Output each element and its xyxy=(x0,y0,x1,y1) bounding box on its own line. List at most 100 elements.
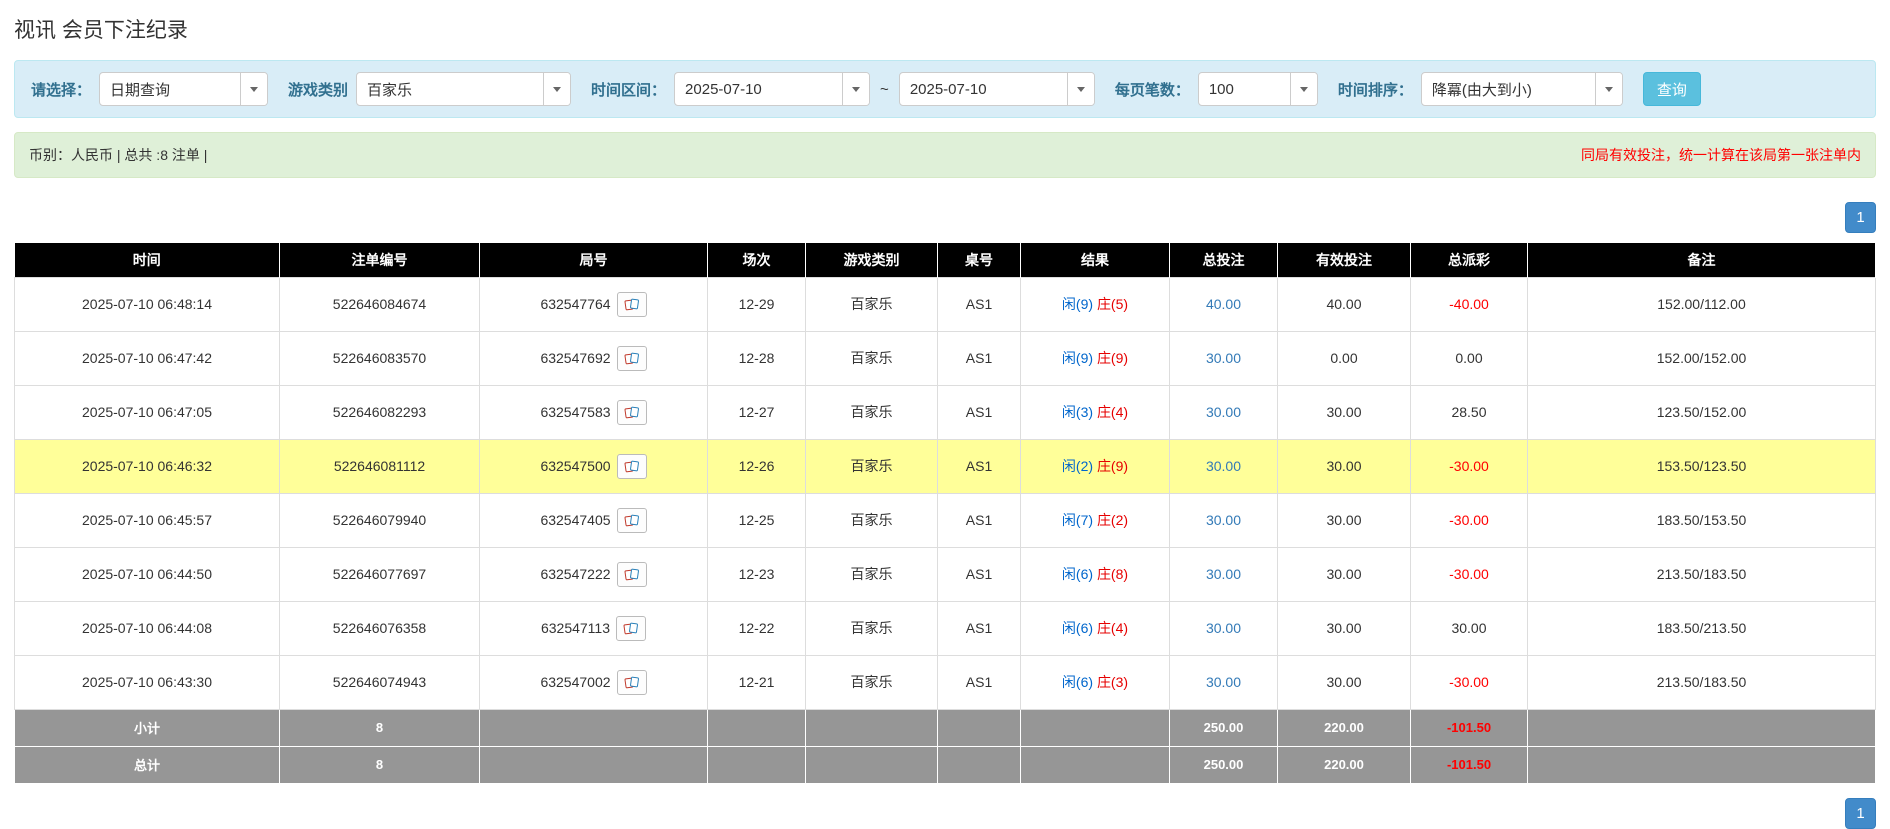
date-range-group: 时间区间： ~ xyxy=(591,72,1095,106)
search-button[interactable]: 查询 xyxy=(1643,72,1701,106)
query-type-input[interactable] xyxy=(100,73,240,105)
game-type-select[interactable] xyxy=(356,72,571,106)
cell-total-bet: 30.00 xyxy=(1170,331,1278,385)
summary-cell xyxy=(708,746,806,783)
result-banker: 庄(9) xyxy=(1097,350,1128,366)
total-bet-link[interactable]: 40.00 xyxy=(1206,296,1241,312)
cards-icon xyxy=(624,406,640,419)
cell-bet-id: 522646081112 xyxy=(280,439,480,493)
result-banker: 庄(2) xyxy=(1097,512,1128,528)
result-banker: 庄(8) xyxy=(1097,566,1128,582)
cell-table: AS1 xyxy=(938,547,1021,601)
cell-game: 百家乐 xyxy=(806,601,938,655)
cell-time: 2025-07-10 06:45:57 xyxy=(15,493,280,547)
summary-cell xyxy=(480,746,708,783)
query-type-select[interactable] xyxy=(99,72,268,106)
cell-game: 百家乐 xyxy=(806,439,938,493)
cell-note: 183.50/153.50 xyxy=(1528,493,1876,547)
view-cards-button[interactable] xyxy=(617,292,647,317)
cell-round: 632547222 xyxy=(480,547,708,601)
table-row: 2025-07-10 06:45:57 522646079940 6325474… xyxy=(15,493,1876,547)
view-cards-button[interactable] xyxy=(616,616,646,641)
round-number: 632547405 xyxy=(540,512,610,528)
query-type-dropdown-button[interactable] xyxy=(240,73,267,105)
cell-payout: 30.00 xyxy=(1411,601,1528,655)
query-type-label: 请选择： xyxy=(31,79,91,100)
betting-records-table: 时间注单编号局号场次游戏类别桌号结果总投注有效投注总派彩备注 2025-07-1… xyxy=(14,243,1876,784)
cell-valid-bet: 30.00 xyxy=(1278,385,1411,439)
cell-payout: -30.00 xyxy=(1411,655,1528,709)
total-bet-link[interactable]: 30.00 xyxy=(1206,674,1241,690)
game-type-dropdown-button[interactable] xyxy=(543,73,570,105)
date-to-dropdown-button[interactable] xyxy=(1067,73,1094,105)
cell-time: 2025-07-10 06:47:42 xyxy=(15,331,280,385)
total-bet-link[interactable]: 30.00 xyxy=(1206,620,1241,636)
cell-total-bet: 30.00 xyxy=(1170,655,1278,709)
round-number: 632547002 xyxy=(540,674,610,690)
summary-cell xyxy=(806,746,938,783)
cell-table: AS1 xyxy=(938,331,1021,385)
view-cards-button[interactable] xyxy=(617,346,647,371)
table-row: 2025-07-10 06:46:32 522646081112 6325475… xyxy=(15,439,1876,493)
cell-total-bet: 30.00 xyxy=(1170,439,1278,493)
summary-cell xyxy=(708,709,806,746)
per-page-input[interactable] xyxy=(1199,73,1290,105)
cell-session: 12-29 xyxy=(708,277,806,331)
cell-game: 百家乐 xyxy=(806,547,938,601)
summary-cell: -101.50 xyxy=(1411,746,1528,783)
result-banker: 庄(3) xyxy=(1097,674,1128,690)
table-row: 2025-07-10 06:48:14 522646084674 6325477… xyxy=(15,277,1876,331)
cell-table: AS1 xyxy=(938,277,1021,331)
table-footer: 小计8250.00220.00-101.50总计8250.00220.00-10… xyxy=(15,709,1876,783)
time-sort-input[interactable] xyxy=(1422,73,1595,105)
cell-session: 12-21 xyxy=(708,655,806,709)
page-1-button[interactable]: 1 xyxy=(1845,202,1876,233)
summary-cell: 8 xyxy=(280,746,480,783)
summary-cell: 220.00 xyxy=(1278,746,1411,783)
total-bet-link[interactable]: 30.00 xyxy=(1206,350,1241,366)
cell-payout: 28.50 xyxy=(1411,385,1528,439)
date-from-select[interactable] xyxy=(674,72,870,106)
date-from-input[interactable] xyxy=(675,73,842,105)
result-player: 闲(3) xyxy=(1062,404,1093,420)
cell-result: 闲(6) 庄(3) xyxy=(1021,655,1170,709)
game-type-group: 游戏类别 xyxy=(288,72,571,106)
per-page-dropdown-button[interactable] xyxy=(1290,73,1317,105)
total-bet-link[interactable]: 30.00 xyxy=(1206,458,1241,474)
column-header: 局号 xyxy=(480,243,708,277)
cell-result: 闲(9) 庄(5) xyxy=(1021,277,1170,331)
cell-round: 632547405 xyxy=(480,493,708,547)
view-cards-button[interactable] xyxy=(617,562,647,587)
view-cards-button[interactable] xyxy=(617,670,647,695)
time-sort-dropdown-button[interactable] xyxy=(1595,73,1622,105)
column-header: 注单编号 xyxy=(280,243,480,277)
cell-note: 213.50/183.50 xyxy=(1528,547,1876,601)
date-from-dropdown-button[interactable] xyxy=(842,73,869,105)
summary-cell xyxy=(1528,746,1876,783)
cell-valid-bet: 40.00 xyxy=(1278,277,1411,331)
view-cards-button[interactable] xyxy=(617,400,647,425)
summary-label: 小计 xyxy=(15,709,280,746)
total-bet-link[interactable]: 30.00 xyxy=(1206,566,1241,582)
column-header: 总派彩 xyxy=(1411,243,1528,277)
cell-bet-id: 522646082293 xyxy=(280,385,480,439)
column-header: 游戏类别 xyxy=(806,243,938,277)
total-bet-link[interactable]: 30.00 xyxy=(1206,404,1241,420)
date-to-select[interactable] xyxy=(899,72,1095,106)
time-sort-select[interactable] xyxy=(1421,72,1623,106)
total-bet-link[interactable]: 30.00 xyxy=(1206,512,1241,528)
round-number: 632547764 xyxy=(540,296,610,312)
result-player: 闲(6) xyxy=(1062,674,1093,690)
chevron-down-icon xyxy=(553,87,561,92)
currency-summary-text: 币别：人民币 | 总共 :8 注单 | xyxy=(29,145,207,165)
column-header: 场次 xyxy=(708,243,806,277)
cell-total-bet: 30.00 xyxy=(1170,547,1278,601)
filter-bar: 请选择： 游戏类别 时间区间： ~ xyxy=(14,60,1876,118)
cell-note: 153.50/123.50 xyxy=(1528,439,1876,493)
game-type-input[interactable] xyxy=(357,73,543,105)
per-page-select[interactable] xyxy=(1198,72,1318,106)
cell-time: 2025-07-10 06:44:50 xyxy=(15,547,280,601)
view-cards-button[interactable] xyxy=(617,454,647,479)
view-cards-button[interactable] xyxy=(617,508,647,533)
date-to-input[interactable] xyxy=(900,73,1067,105)
